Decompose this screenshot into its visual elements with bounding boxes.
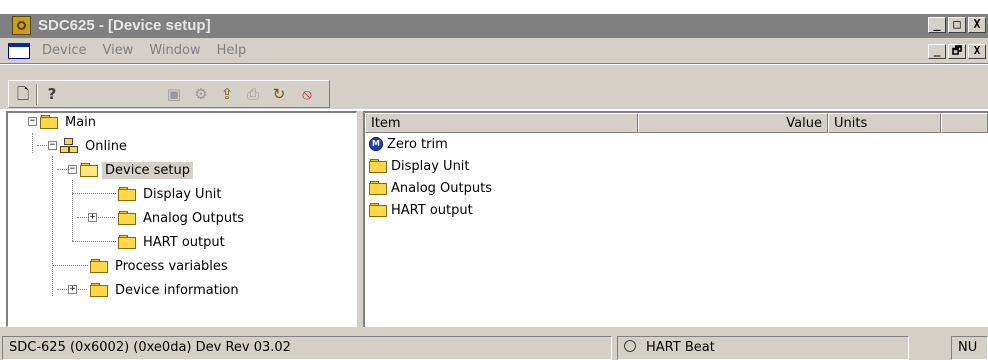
folder-icon xyxy=(118,187,136,201)
tree-node-main[interactable]: Main xyxy=(40,111,99,133)
tree-node-device-setup[interactable]: Device setup xyxy=(80,159,193,181)
toolbar-group: 🗋 ? ▣ ⚙ ⇪ ⎙ ↻ ⦸ xyxy=(8,80,330,108)
tree-line xyxy=(32,133,33,153)
window-title: SDC625 - [Device setup] xyxy=(38,17,211,34)
list-item-analog-outputs[interactable]: Analog Outputs xyxy=(369,177,492,199)
method-icon: M xyxy=(369,137,383,151)
tree-node-analog-outputs[interactable]: Analog Outputs xyxy=(118,207,247,229)
hart-beat-indicator-icon xyxy=(624,340,636,352)
tree-line xyxy=(72,241,116,242)
title-bar: SDC625 - [Device setup] _ □ X xyxy=(0,14,988,38)
tree-node-label: Device setup xyxy=(102,161,193,179)
tree-node-display-unit[interactable]: Display Unit xyxy=(118,183,225,205)
device-properties-icon[interactable]: ▣ xyxy=(164,85,184,104)
menu-bar: Device View Window Help _ 🗗 X xyxy=(0,38,988,64)
device-tree[interactable]: − − − + + Main Online Device setup Displ… xyxy=(6,111,357,327)
tree-node-process-variables[interactable]: Process variables xyxy=(90,255,231,277)
tree-node-label: Main xyxy=(65,114,97,130)
folder-icon xyxy=(90,259,108,273)
tree-node-hart-output[interactable]: HART output xyxy=(118,231,228,253)
folder-icon xyxy=(369,203,387,217)
menu-help[interactable]: Help xyxy=(217,43,247,58)
collapse-main-toggle[interactable]: − xyxy=(28,117,37,126)
minimize-button[interactable]: _ xyxy=(928,17,946,33)
folder-icon xyxy=(369,159,387,173)
folder-icon xyxy=(369,181,387,195)
status-device-info: SDC-625 (0x6002) (0xe0da) Dev Rev 03.02 xyxy=(2,336,612,360)
tree-line xyxy=(72,193,116,194)
menu-window[interactable]: Window xyxy=(149,43,200,58)
tree-node-online[interactable]: Online xyxy=(60,135,130,157)
tree-line xyxy=(57,169,67,170)
status-mode: NU xyxy=(951,336,988,360)
tree-node-label: Analog Outputs xyxy=(143,210,244,226)
tree-node-label: Device information xyxy=(115,282,239,298)
new-document-icon[interactable]: 🗋 xyxy=(13,85,33,104)
folder-icon xyxy=(40,115,58,129)
menu-device[interactable]: Device xyxy=(42,43,86,58)
tree-line xyxy=(52,265,88,266)
mdi-document-icon[interactable] xyxy=(8,43,30,59)
list-header: Item Value Units xyxy=(365,113,988,133)
print-icon[interactable]: ⎙ xyxy=(243,85,263,104)
list-item-label: Zero trim xyxy=(387,136,448,152)
column-header-extra[interactable] xyxy=(941,113,988,133)
collapse-online-toggle[interactable]: − xyxy=(48,141,57,150)
tree-line xyxy=(72,180,73,241)
refresh-icon[interactable]: ↻ xyxy=(269,85,289,104)
status-hart-beat: HART Beat xyxy=(617,336,909,360)
collapse-device-setup-toggle[interactable]: − xyxy=(68,165,77,174)
list-item-label: Analog Outputs xyxy=(391,180,492,196)
column-header-item[interactable]: Item xyxy=(365,113,638,133)
expand-device-information-toggle[interactable]: + xyxy=(68,285,77,294)
child-restore-button[interactable]: 🗗 xyxy=(948,44,966,59)
expand-analog-outputs-toggle[interactable]: + xyxy=(88,213,97,222)
stop-icon[interactable]: ⦸ xyxy=(297,85,317,104)
device-network-icon[interactable]: ⚙ xyxy=(191,85,211,104)
child-minimize-button[interactable]: _ xyxy=(928,44,946,59)
tree-node-label: Display Unit xyxy=(143,186,222,202)
hart-beat-label: HART Beat xyxy=(646,340,715,355)
menu-view[interactable]: View xyxy=(102,43,133,58)
tree-node-label: HART output xyxy=(143,234,225,250)
tree-line xyxy=(52,156,53,296)
column-header-units[interactable]: Units xyxy=(828,113,941,133)
upload-icon[interactable]: ⇪ xyxy=(217,85,237,104)
maximize-button[interactable]: □ xyxy=(948,17,966,33)
folder-open-icon xyxy=(80,163,98,177)
folder-icon xyxy=(118,235,136,249)
network-icon xyxy=(60,138,78,154)
list-item-display-unit[interactable]: Display Unit xyxy=(369,155,470,177)
column-header-value[interactable]: Value xyxy=(638,113,828,133)
list-item-label: Display Unit xyxy=(391,158,470,174)
toolbar-separator xyxy=(36,84,38,105)
help-icon[interactable]: ? xyxy=(42,85,62,104)
status-bar: SDC-625 (0x6002) (0xe0da) Dev Rev 03.02 … xyxy=(0,333,988,360)
folder-icon xyxy=(118,211,136,225)
list-item-zero-trim[interactable]: M Zero trim xyxy=(369,133,448,155)
item-list[interactable]: Item Value Units M Zero trim Display Uni… xyxy=(363,111,988,327)
list-item-hart-output[interactable]: HART output xyxy=(369,199,473,221)
folder-icon xyxy=(90,283,108,297)
child-close-button[interactable]: X xyxy=(968,44,986,59)
tree-node-device-information[interactable]: Device information xyxy=(90,279,242,301)
tree-node-label: Online xyxy=(85,138,127,154)
close-button[interactable]: X xyxy=(968,17,986,33)
list-item-label: HART output xyxy=(391,202,473,218)
tree-node-label: Process variables xyxy=(115,258,228,274)
toolbar: 🗋 ? ▣ ⚙ ⇪ ⎙ ↻ ⦸ xyxy=(0,65,988,109)
app-icon[interactable] xyxy=(12,16,31,35)
